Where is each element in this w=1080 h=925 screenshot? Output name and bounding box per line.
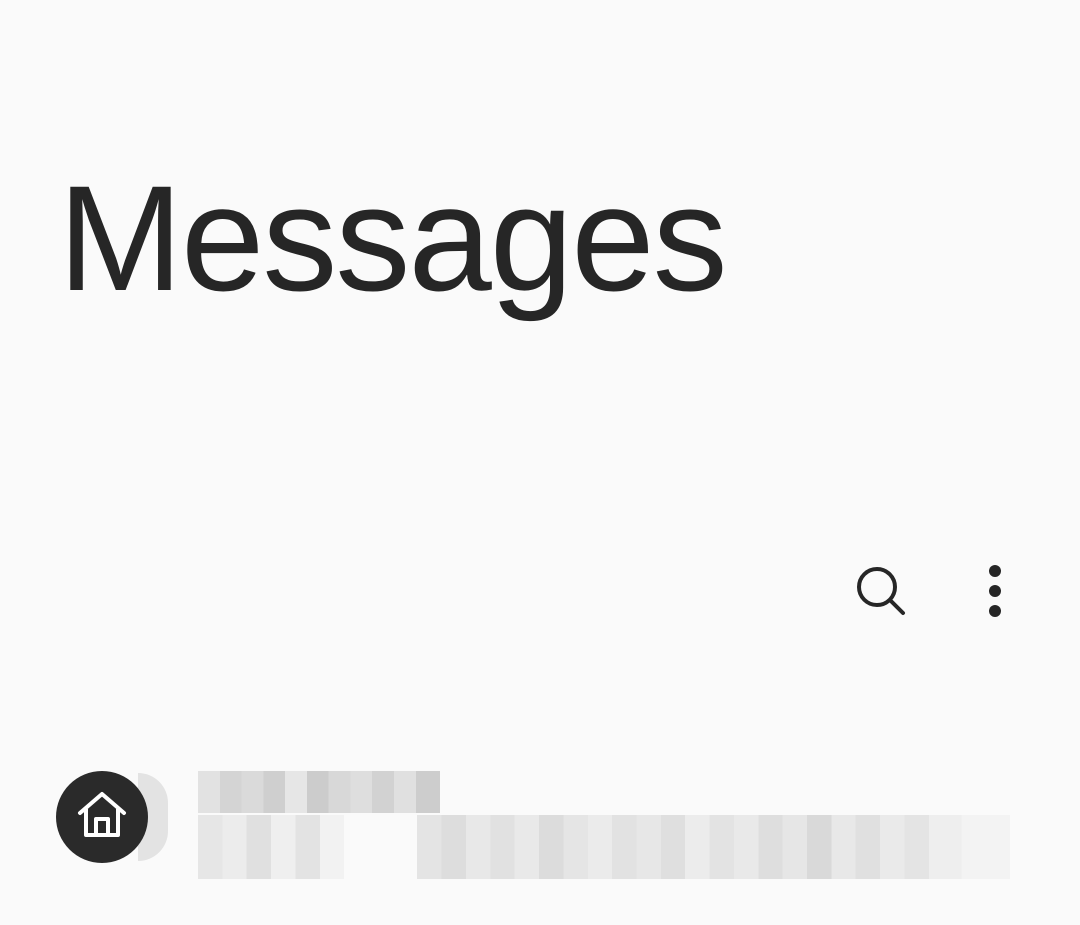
- conversation-list-item[interactable]: [0, 745, 1080, 895]
- conversation-name: [198, 771, 440, 813]
- messages-screen: Messages: [0, 0, 1080, 925]
- page-title: Messages: [58, 153, 728, 322]
- home-icon: [74, 787, 130, 848]
- action-bar: [846, 556, 1030, 626]
- more-options-icon: [985, 563, 1005, 619]
- search-button[interactable]: [846, 556, 916, 626]
- search-icon: [854, 564, 908, 618]
- avatar: [56, 771, 148, 863]
- conversation-preview: [198, 815, 1010, 879]
- more-options-button[interactable]: [960, 556, 1030, 626]
